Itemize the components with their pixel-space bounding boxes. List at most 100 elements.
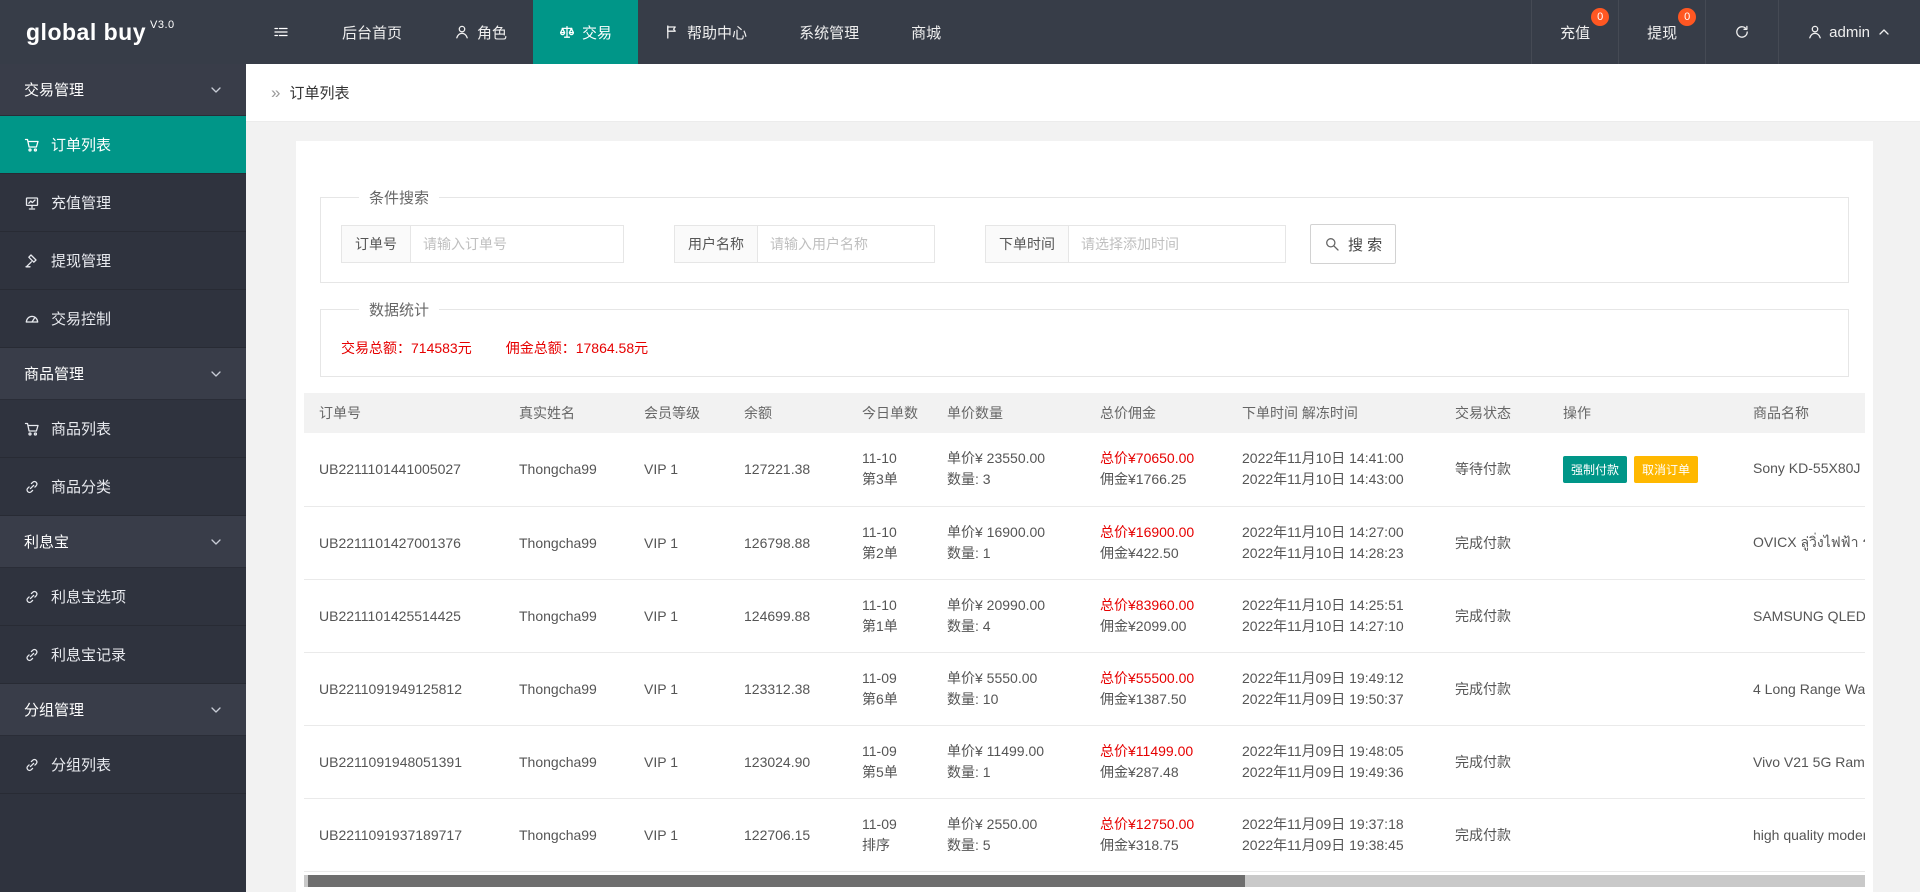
sidebar-group-group-mgmt[interactable]: 分组管理 (0, 684, 246, 736)
sidebar-group-goods-mgmt[interactable]: 商品管理 (0, 348, 246, 400)
horizontal-scrollbar[interactable] (304, 875, 1865, 887)
page-title: 订单列表 (289, 85, 350, 102)
nav-item-roles[interactable]: 角色 (428, 0, 533, 64)
hamburger-icon (273, 24, 289, 40)
sidebar-item-order-list[interactable]: 订单列表 (0, 116, 246, 174)
product-name-cell: Vivo V21 5G Ram 8+3G (1738, 725, 1865, 799)
nav-item-label: 系统管理 (799, 24, 860, 42)
sidebar-group-label: 利息宝 (24, 534, 70, 551)
sidebar-group-trade-mgmt[interactable]: 交易管理 (0, 64, 246, 116)
nav-item-help-center[interactable]: 帮助中心 (638, 0, 773, 64)
actions-cell (1548, 652, 1738, 726)
nav-item-mall[interactable]: 商城 (885, 0, 967, 64)
order-seq: 第2单 (862, 544, 898, 561)
user-menu[interactable]: admin (1778, 0, 1920, 64)
unit-price-cell: 单价¥ 5550.00 数量: 10 (932, 652, 1085, 726)
status-cell: 完成付款 (1440, 652, 1548, 726)
username-input[interactable] (758, 226, 934, 262)
refresh-button[interactable] (1705, 0, 1778, 64)
sidebar-item-group-list[interactable]: 分组列表 (0, 736, 246, 794)
product-name-cell: 4 Long Range Walkie Ta (1738, 652, 1865, 726)
commission: 佣金¥318.75 (1100, 836, 1179, 853)
total-commission-cell: 总价¥83960.00 佣金¥2099.00 (1085, 579, 1227, 653)
sidebar-item-label: 提现管理 (51, 253, 112, 270)
order-date: 11-10 (862, 596, 897, 613)
person-icon (454, 24, 470, 40)
search-row: 订单号 用户名称 下单时间 搜 索 (341, 224, 1828, 264)
sidebar-item-recharge-mgmt[interactable]: 充值管理 (0, 174, 246, 232)
order-time-input[interactable] (1069, 226, 1285, 262)
order-seq: 第5单 (862, 763, 898, 780)
commission: 佣金¥1766.25 (1100, 471, 1187, 488)
chevron-down-icon (208, 534, 224, 550)
real-name-cell: Thongcha99 (504, 433, 629, 507)
nav-item-home[interactable]: 后台首页 (316, 0, 428, 64)
column-header: 操作 (1548, 393, 1738, 433)
unfreeze-time: 2022年11月10日 14:28:23 (1242, 544, 1404, 561)
sidebar-item-interest-records[interactable]: 利息宝记录 (0, 626, 246, 684)
link-icon (24, 479, 40, 495)
sidebar-item-withdraw-mgmt[interactable]: 提现管理 (0, 232, 246, 290)
time-cell: 2022年11月09日 19:37:18 2022年11月09日 19:38:45 (1227, 798, 1440, 872)
sidebar-item-label: 利息宝选项 (51, 589, 127, 606)
cancel-order-button[interactable]: 取消订单 (1634, 455, 1699, 483)
order-seq: 第1单 (862, 617, 898, 634)
chevron-down-icon (208, 82, 224, 98)
balance-cell: 123312.38 (729, 652, 847, 726)
sidebar-item-goods-category[interactable]: 商品分类 (0, 458, 246, 516)
sidebar-item-goods-list[interactable]: 商品列表 (0, 400, 246, 458)
nav-item-system[interactable]: 系统管理 (773, 0, 885, 64)
search-icon (1324, 236, 1340, 252)
order-no-cell: UB2211091949125812 (304, 652, 504, 726)
nav-item-label: 帮助中心 (687, 24, 748, 42)
search-button[interactable]: 搜 索 (1310, 224, 1397, 264)
commission-stat: 佣金总额：17864.58元 (505, 340, 649, 356)
order-time: 2022年11月09日 19:48:05 (1242, 742, 1404, 759)
column-header: 单价数量 (932, 393, 1085, 433)
nav-item-label: 角色 (477, 24, 508, 42)
top-right: 充值 0 提现 0 admin (1531, 0, 1920, 64)
search-field-order-no: 订单号 (341, 225, 624, 263)
day-orders-cell: 11-10 第1单 (847, 579, 932, 653)
search-field-label: 用户名称 (675, 226, 758, 262)
top-bar: global buy V3.0 后台首页 角色 交易 帮助中心 系统管理 商城 充值 0 … (0, 0, 1920, 64)
scrollbar-thumb[interactable] (308, 875, 1245, 887)
balance-cell: 124699.88 (729, 579, 847, 653)
order-time: 2022年11月10日 14:41:00 (1242, 450, 1404, 467)
search-field-label: 下单时间 (986, 226, 1069, 262)
order-no-input[interactable] (411, 226, 623, 262)
app-version: V3.0 (150, 19, 175, 31)
vip-level-cell: VIP 1 (629, 506, 729, 580)
unfreeze-time: 2022年11月09日 19:50:37 (1242, 690, 1404, 707)
sidebar-item-interest-options[interactable]: 利息宝选项 (0, 568, 246, 626)
sidebar-item-trade-control[interactable]: 交易控制 (0, 290, 246, 348)
sidebar-toggle-button[interactable] (246, 0, 316, 64)
sidebar-item-label: 商品分类 (51, 479, 112, 496)
scales-icon (559, 24, 575, 40)
order-no-cell: UB2211091948051391 (304, 725, 504, 799)
table-row: UB2211101425514425 Thongcha99 VIP 1 124699.… (304, 579, 1865, 653)
withdraw-button[interactable]: 提现 0 (1618, 0, 1705, 64)
order-date: 11-10 (862, 523, 897, 540)
real-name-cell: Thongcha99 (504, 506, 629, 580)
order-time: 2022年11月10日 14:25:51 (1242, 596, 1404, 613)
refresh-icon (1734, 24, 1750, 40)
quantity: 数量: 1 (947, 544, 991, 561)
total-price: 总价¥11499.00 (1100, 742, 1194, 759)
stats-panel: 数据统计 交易总额：714583元 佣金总额：17864.58元 (320, 299, 1849, 377)
sidebar-group-label: 商品管理 (24, 366, 85, 383)
sidebar-item-label: 商品列表 (51, 421, 112, 438)
sidebar-item-label: 分组列表 (51, 757, 112, 774)
recharge-button[interactable]: 充值 0 (1531, 0, 1618, 64)
gauge-icon (24, 311, 40, 327)
total-amount-stat: 交易总额：714583元 (341, 340, 472, 356)
force-pay-button[interactable]: 强制付款 (1563, 455, 1628, 483)
actions-cell: 强制付款 取消订单 (1548, 433, 1738, 507)
order-time: 2022年11月09日 19:49:12 (1242, 669, 1404, 686)
nav-item-trade[interactable]: 交易 (533, 0, 639, 64)
order-no-cell: UB2211091937189717 (304, 798, 504, 872)
real-name-cell: Thongcha99 (504, 798, 629, 872)
total-price: 总价¥55500.00 (1100, 669, 1195, 686)
vip-level-cell: VIP 1 (629, 725, 729, 799)
sidebar-group-interest[interactable]: 利息宝 (0, 516, 246, 568)
